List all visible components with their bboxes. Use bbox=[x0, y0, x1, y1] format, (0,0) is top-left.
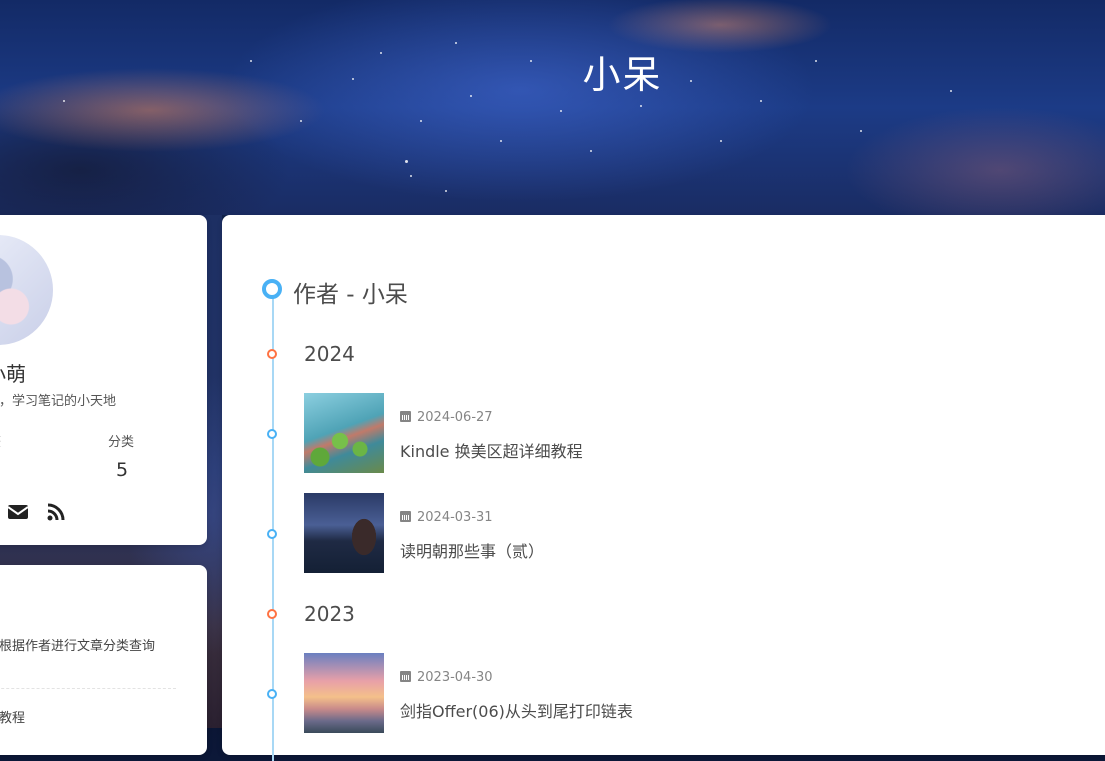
announcement-card: 现根据作者进行文章分类查询 细教程 bbox=[0, 565, 207, 755]
post-dot bbox=[267, 529, 277, 539]
author-description: 滴，学习笔记的小天地 bbox=[0, 390, 116, 409]
envelope-icon[interactable] bbox=[7, 502, 29, 526]
stat-value-categories[interactable]: 5 bbox=[116, 459, 128, 481]
divider bbox=[0, 688, 176, 689]
recent-post-link[interactable]: 细教程 bbox=[0, 707, 25, 726]
post-dot bbox=[267, 689, 277, 699]
post-date: 2024-03-31 bbox=[400, 510, 493, 525]
post-title-link[interactable]: Kindle 换美区超详细教程 bbox=[400, 438, 583, 462]
author-profile-card: 小萌 滴，学习笔记的小天地 签 2 分类 5 bbox=[0, 215, 207, 545]
header-banner: 小呆 bbox=[0, 0, 1105, 215]
year-label: 2023 bbox=[304, 602, 355, 626]
post-date-text: 2023-04-30 bbox=[417, 670, 493, 685]
post-title-link[interactable]: 剑指Offer(06)从头到尾打印链表 bbox=[400, 698, 633, 722]
post-dot bbox=[267, 429, 277, 439]
year-label: 2024 bbox=[304, 342, 355, 366]
rss-icon[interactable] bbox=[46, 502, 66, 527]
calendar-icon bbox=[400, 671, 411, 682]
announcement-text: 现根据作者进行文章分类查询 bbox=[0, 635, 155, 654]
timeline-title-dot bbox=[262, 279, 282, 299]
year-dot bbox=[267, 609, 277, 619]
stat-label-tags[interactable]: 签 bbox=[0, 431, 1, 450]
post-date: 2024-06-27 bbox=[400, 410, 493, 425]
year-dot bbox=[267, 349, 277, 359]
stat-label-categories[interactable]: 分类 bbox=[108, 431, 134, 450]
author-name: 小萌 bbox=[0, 358, 26, 387]
post-date: 2023-04-30 bbox=[400, 670, 493, 685]
post-thumbnail[interactable] bbox=[304, 653, 384, 733]
post-title-link[interactable]: 读明朝那些事（贰） bbox=[400, 538, 544, 562]
post-thumbnail[interactable] bbox=[304, 493, 384, 573]
calendar-icon bbox=[400, 411, 411, 422]
archive-card: 作者 - 小呆 2024 2024-06-27 Kindle 换美区超详细教程 … bbox=[222, 215, 1105, 755]
post-date-text: 2024-06-27 bbox=[417, 410, 493, 425]
site-title[interactable]: 小呆 bbox=[0, 44, 1105, 99]
calendar-icon bbox=[400, 511, 411, 522]
post-date-text: 2024-03-31 bbox=[417, 510, 493, 525]
archive-title: 作者 - 小呆 bbox=[293, 275, 408, 309]
avatar[interactable] bbox=[0, 235, 53, 345]
post-thumbnail[interactable] bbox=[304, 393, 384, 473]
